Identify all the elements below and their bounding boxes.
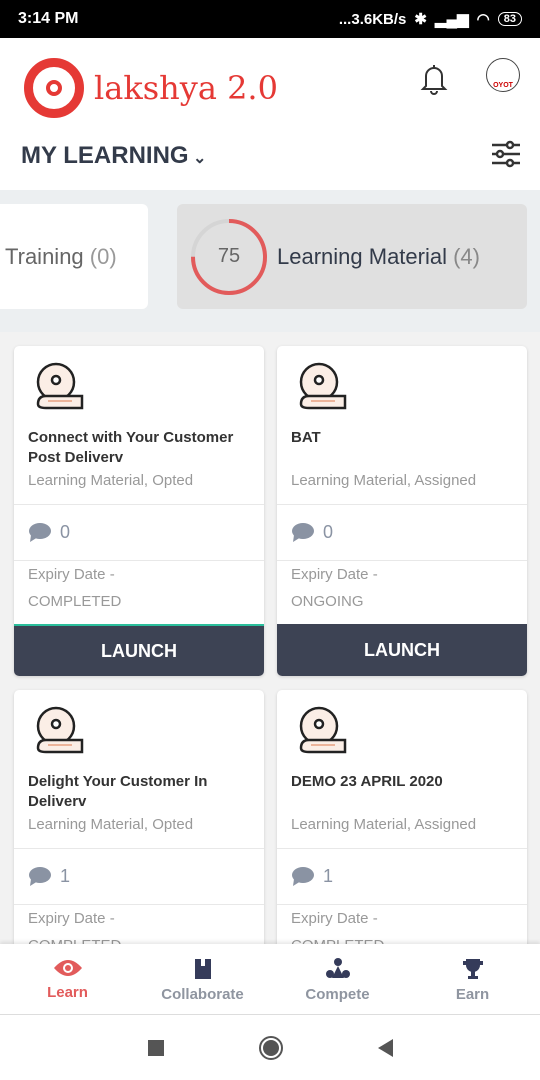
learning-card[interactable]: Delight Your Customer In Deliverv Learni… bbox=[14, 690, 264, 944]
launch-button[interactable]: LAUNCH bbox=[14, 624, 264, 676]
nav-learn[interactable]: Learn bbox=[0, 944, 135, 1014]
nav-label: Learn bbox=[47, 984, 88, 1001]
battery-icon: 83 bbox=[497, 12, 522, 26]
learning-card[interactable]: BAT Learning Material, Assigned 0 Expiry… bbox=[277, 346, 527, 676]
signal-icon: ▂▄▆ bbox=[434, 11, 469, 28]
app-header: lakshya 2.0 OYOT MY LEARNING ⌄ bbox=[0, 38, 540, 190]
nav-label: Compete bbox=[305, 986, 370, 1003]
avatar-logo-text: OYOT bbox=[493, 82, 513, 89]
divider bbox=[14, 504, 264, 505]
system-nav-bar bbox=[0, 1015, 540, 1080]
page-title-dropdown[interactable]: MY LEARNING ⌄ bbox=[21, 142, 206, 170]
card-status: COMPLETED bbox=[291, 937, 384, 944]
comment-number: 1 bbox=[60, 866, 71, 886]
comment-icon bbox=[292, 522, 314, 542]
divider bbox=[14, 848, 264, 849]
card-title: Delight Your Customer In Deliverv bbox=[28, 773, 208, 810]
notification-bell-icon[interactable] bbox=[418, 62, 450, 96]
comment-count[interactable]: 0 bbox=[291, 522, 333, 543]
nav-label: Earn bbox=[455, 986, 490, 1003]
logo-text: lakshya 2.0 bbox=[94, 69, 278, 107]
learning-card[interactable]: DEMO 23 APRIL 2020 Learning Material, As… bbox=[277, 690, 527, 944]
avatar[interactable]: OYOT bbox=[486, 58, 520, 92]
comment-icon bbox=[29, 866, 51, 886]
card-status: ONGOING bbox=[291, 593, 364, 610]
tab-label: Training bbox=[5, 243, 84, 269]
comment-number: 0 bbox=[60, 522, 71, 542]
status-bar: 3:14 PM ...3.6KB/s ✱ ▂▄▆ ◠ 83 bbox=[0, 0, 540, 38]
recents-button[interactable] bbox=[147, 1039, 164, 1056]
app-logo: lakshya 2.0 bbox=[24, 58, 278, 118]
card-type: Learning Material, Opted bbox=[28, 472, 194, 489]
bluetooth-icon: ✱ bbox=[414, 11, 427, 28]
team-icon bbox=[325, 958, 350, 978]
page-title: MY LEARNING bbox=[21, 142, 189, 169]
comment-count[interactable]: 1 bbox=[28, 866, 70, 887]
filter-sliders-icon[interactable] bbox=[490, 138, 522, 170]
wifi-icon: ◠ bbox=[476, 11, 490, 28]
nav-label: Collaborate bbox=[161, 986, 244, 1003]
card-status: COMPLETED bbox=[28, 937, 121, 944]
divider bbox=[277, 848, 527, 849]
progress-value: 75 bbox=[217, 245, 241, 267]
home-button[interactable] bbox=[258, 1035, 283, 1060]
trophy-icon bbox=[462, 959, 483, 979]
tab-label: Learning Material bbox=[277, 243, 447, 269]
tab-count: (4) bbox=[453, 243, 480, 269]
comment-number: 1 bbox=[323, 866, 334, 886]
expiry-label: Expiry Date - bbox=[28, 566, 115, 583]
card-title: Connect with Your Customer Post Deliverv bbox=[28, 429, 234, 466]
nav-compete[interactable]: Compete bbox=[270, 944, 405, 1014]
progress-ring: 75 bbox=[189, 217, 269, 297]
divider bbox=[277, 504, 527, 505]
comment-count[interactable]: 0 bbox=[28, 522, 70, 543]
card-grid: Connect with Your Customer Post Deliverv… bbox=[0, 332, 540, 944]
comment-number: 0 bbox=[323, 522, 334, 542]
book-icon bbox=[194, 959, 211, 979]
card-type: Learning Material, Opted bbox=[28, 816, 194, 833]
comment-icon bbox=[29, 522, 51, 542]
bottom-nav: Learn Collaborate Compete Earn bbox=[0, 944, 540, 1015]
card-title: DEMO 23 APRIL 2020 bbox=[291, 773, 443, 790]
logo-target-icon bbox=[24, 58, 84, 118]
nav-collaborate[interactable]: Collaborate bbox=[135, 944, 270, 1014]
tab-learning-material[interactable]: 75 Learning Material (4) bbox=[177, 204, 527, 309]
divider bbox=[14, 904, 264, 905]
back-button[interactable] bbox=[377, 1038, 393, 1057]
expiry-label: Expiry Date - bbox=[291, 566, 378, 583]
disc-book-icon bbox=[36, 706, 84, 754]
clock: 3:14 PM bbox=[18, 10, 79, 27]
comment-icon bbox=[292, 866, 314, 886]
tab-training[interactable]: Training (0) bbox=[0, 204, 148, 309]
card-title: BAT bbox=[291, 429, 321, 446]
tab-count: (0) bbox=[89, 243, 117, 269]
expiry-label: Expiry Date - bbox=[28, 910, 115, 927]
network-speed: ...3.6KB/s bbox=[338, 10, 407, 28]
divider bbox=[277, 560, 527, 561]
expiry-label: Expiry Date - bbox=[291, 910, 378, 927]
disc-book-icon bbox=[299, 362, 347, 410]
comment-count[interactable]: 1 bbox=[291, 866, 333, 887]
nav-earn[interactable]: Earn bbox=[405, 944, 540, 1014]
chevron-down-icon: ⌄ bbox=[188, 150, 207, 167]
disc-book-icon bbox=[299, 706, 347, 754]
eye-icon bbox=[53, 960, 82, 976]
card-type: Learning Material, Assigned bbox=[291, 472, 477, 489]
card-status: COMPLETED bbox=[28, 593, 122, 610]
learning-tabs: Training (0) 75 Learning Material (4) bbox=[0, 190, 540, 332]
disc-book-icon bbox=[36, 362, 84, 410]
card-type: Learning Material, Assigned bbox=[291, 816, 477, 833]
learning-card[interactable]: Connect with Your Customer Post Deliverv… bbox=[14, 346, 264, 676]
divider bbox=[14, 560, 264, 561]
launch-button[interactable]: LAUNCH bbox=[277, 624, 527, 676]
divider bbox=[277, 904, 527, 905]
